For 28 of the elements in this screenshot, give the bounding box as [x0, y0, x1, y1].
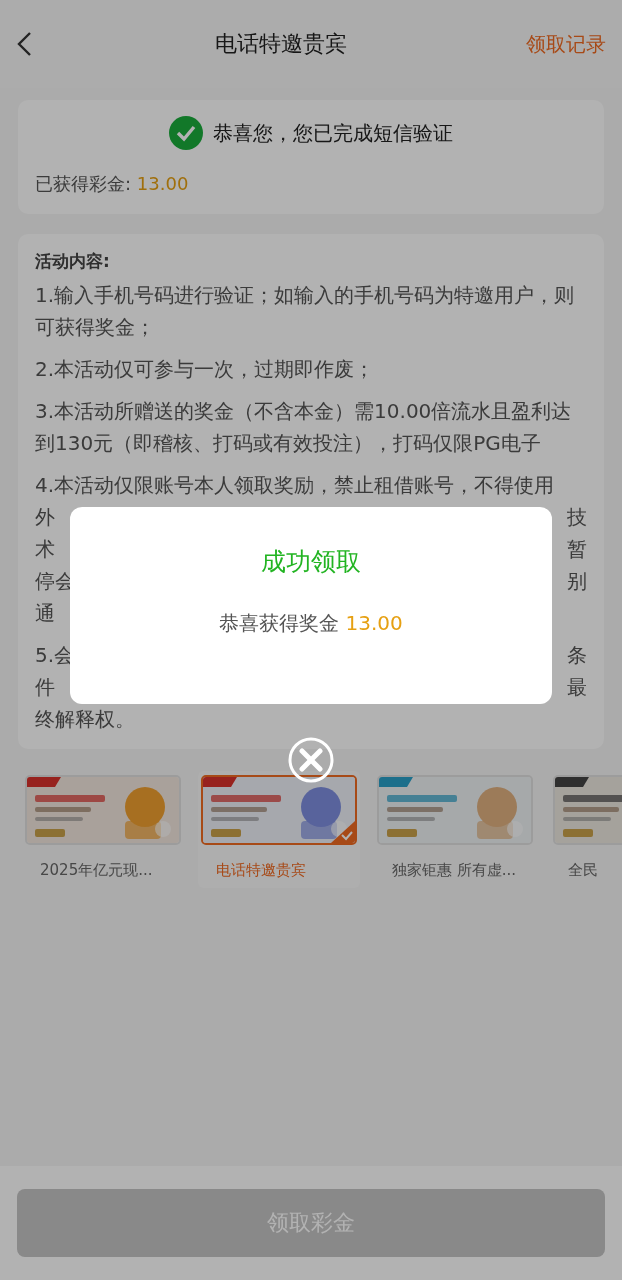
- rule-text: 通: [35, 600, 55, 627]
- page-title: 电话特邀贵宾: [215, 30, 347, 58]
- verify-message: 恭喜您，您已完成短信验证: [213, 119, 453, 147]
- rule-text: 暂: [567, 536, 587, 563]
- check-icon: [169, 116, 203, 150]
- rule-text: 件: [35, 674, 55, 701]
- rule-text: 4.本活动仅限账号本人领取奖励，禁止租借账号，不得使用: [35, 472, 555, 499]
- promo-label: 全民: [568, 861, 598, 880]
- rule-text: 术: [35, 536, 55, 563]
- rule-text: 最: [567, 674, 587, 701]
- rule-text: 技: [567, 504, 587, 531]
- dialog-message: 恭喜获得奖金 13.00: [219, 610, 403, 637]
- rule-text: 3.本活动所赠送的奖金（不含本金）需10.00倍流水且盈利达到130元（即稽核、打码或有效投注），打码仅限PG电子: [35, 398, 573, 457]
- rule-text: 终解释权。: [35, 706, 135, 733]
- promo-label: 独家钜惠 所有虚...: [392, 861, 517, 880]
- promo-label: 电话特邀贵宾: [216, 861, 306, 880]
- check-icon: [331, 821, 355, 843]
- rule-text: 别: [567, 568, 587, 595]
- rule-text: 外: [35, 504, 55, 531]
- promo-label: 2025年亿元现...: [40, 861, 153, 880]
- dialog-title: 成功领取: [261, 546, 361, 578]
- close-icon[interactable]: [287, 736, 335, 784]
- rules-heading: 活动内容:: [35, 250, 111, 273]
- rule-text: 1.输入手机号码进行验证；如输入的手机号码为特邀用户，则可获得奖金；: [35, 282, 576, 341]
- bonus-text: 已获得彩金: 13.00: [35, 172, 190, 196]
- record-link[interactable]: 领取记录: [526, 30, 606, 58]
- rule-text: 2.本活动仅可参与一次，过期即作废；: [35, 356, 376, 383]
- rule-text: 条: [567, 642, 587, 669]
